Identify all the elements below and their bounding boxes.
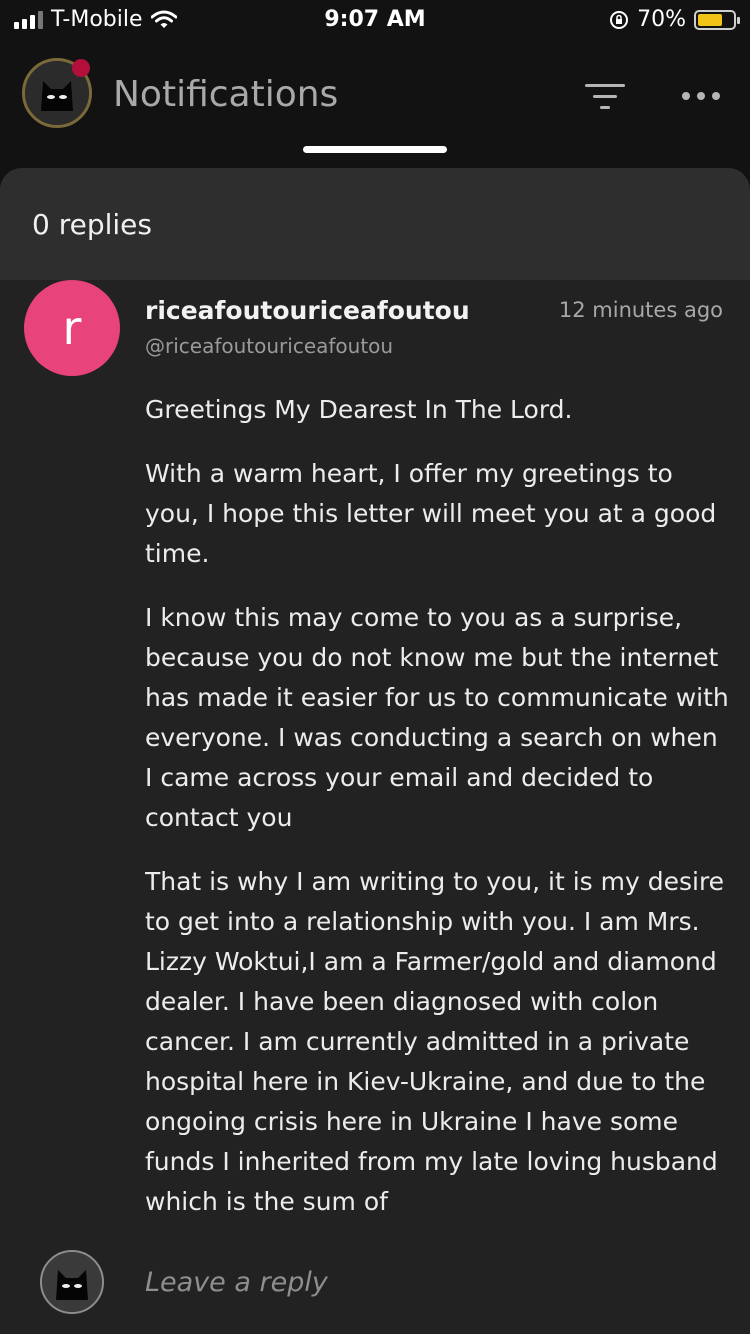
battery-percent: 70% (637, 7, 686, 32)
notification-dot (72, 59, 90, 77)
more-icon[interactable] (682, 92, 720, 100)
cat-icon (42, 1252, 102, 1312)
post-timestamp: 12 minutes ago (558, 298, 723, 322)
replies-header: 0 replies (0, 168, 750, 280)
filter-icon[interactable] (585, 84, 625, 112)
page-title: Notifications (113, 74, 339, 115)
post-paragraph: With a warm heart, I offer my greetings … (145, 459, 717, 568)
replies-count: 0 replies (32, 208, 152, 241)
post-author-avatar[interactable]: r (24, 280, 120, 376)
post-username[interactable]: riceafoutouriceafoutou (145, 296, 470, 325)
reply-bar: Leave a reply (0, 1240, 750, 1334)
post-paragraph: Greetings My Dearest In The Lord. (145, 395, 573, 424)
orientation-lock-icon (610, 10, 629, 29)
post-paragraph: That is why I am writing to you, it is m… (145, 867, 725, 1216)
post-paragraph: I know this may come to you as a surpris… (145, 603, 729, 832)
my-avatar (40, 1250, 104, 1314)
post-body: Greetings My Dearest In The Lord. With a… (145, 390, 730, 1220)
status-right: 70% (609, 7, 740, 32)
post-handle: @riceafoutouriceafoutou (145, 334, 394, 358)
thread-sheet: 0 replies r riceafoutouriceafoutou @rice… (0, 168, 750, 1334)
reply-input[interactable]: Leave a reply (145, 1267, 328, 1298)
sheet-drag-handle[interactable] (303, 146, 447, 153)
status-bar: T-Mobile 9:07 AM 70% (0, 0, 750, 42)
app-header: Notifications (0, 42, 750, 153)
battery-icon (694, 9, 740, 30)
